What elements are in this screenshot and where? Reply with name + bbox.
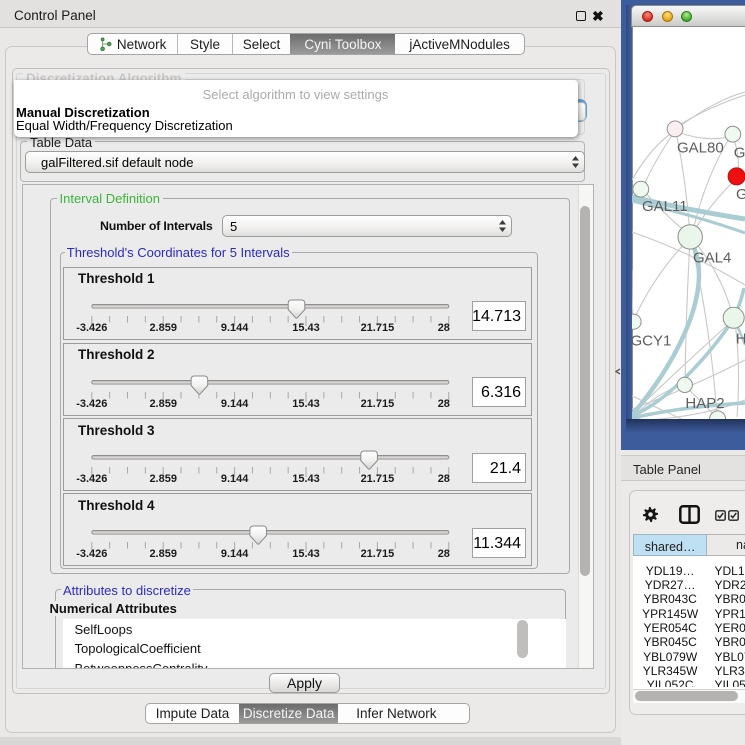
svg-text:GAL11: GAL11 <box>642 198 688 215</box>
svg-text:H: H <box>736 331 745 348</box>
svg-text:28: 28 <box>438 473 450 485</box>
svg-text:GA: GA <box>736 186 745 203</box>
svg-text:9.144: 9.144 <box>221 548 249 560</box>
svg-text:GAL80: GAL80 <box>677 140 724 157</box>
svg-text:GCY1: GCY1 <box>632 333 671 350</box>
svg-text:-3.426: -3.426 <box>76 321 107 333</box>
svg-text:28: 28 <box>438 548 450 560</box>
svg-text:-3.426: -3.426 <box>76 473 107 485</box>
svg-text:GAL4: GAL4 <box>693 250 731 267</box>
svg-text:9.144: 9.144 <box>221 397 249 409</box>
svg-text:28: 28 <box>438 321 450 333</box>
svg-text:21.715: 21.715 <box>361 397 395 409</box>
svg-text:21.715: 21.715 <box>361 473 395 485</box>
svg-text:2.859: 2.859 <box>150 548 178 560</box>
svg-text:9.144: 9.144 <box>221 321 249 333</box>
svg-text:15.43: 15.43 <box>292 548 320 560</box>
svg-text:9.144: 9.144 <box>221 473 249 485</box>
svg-text:15.43: 15.43 <box>292 397 320 409</box>
svg-text:2.859: 2.859 <box>150 473 178 485</box>
svg-text:21.715: 21.715 <box>361 321 395 333</box>
svg-text:2.859: 2.859 <box>150 321 178 333</box>
svg-text:21.715: 21.715 <box>361 548 395 560</box>
svg-text:15.43: 15.43 <box>292 321 320 333</box>
svg-text:15.43: 15.43 <box>292 473 320 485</box>
svg-text:2.859: 2.859 <box>150 397 178 409</box>
svg-text:-3.426: -3.426 <box>76 397 107 409</box>
svg-text:28: 28 <box>438 397 450 409</box>
svg-text:HAP2: HAP2 <box>685 395 724 412</box>
svg-text:GA: GA <box>734 145 745 162</box>
svg-text:-3.426: -3.426 <box>76 548 107 560</box>
